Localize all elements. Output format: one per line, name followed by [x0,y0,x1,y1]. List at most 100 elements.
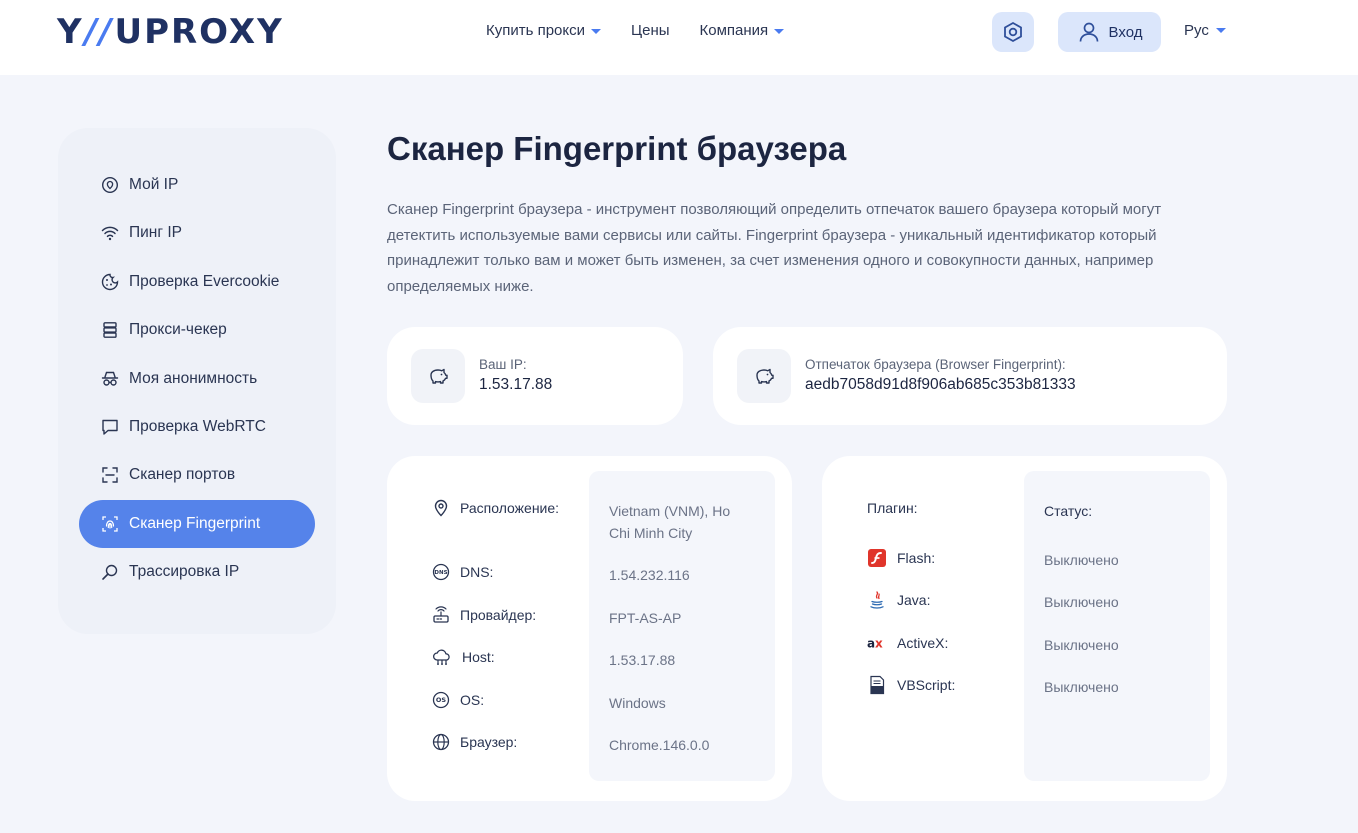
sidebar-item-port-scanner[interactable]: Сканер портов [79,451,315,499]
svg-text:OS: OS [436,696,447,704]
sidebar-item-label: Сканер портов [129,466,236,483]
info-label: OS: [460,692,485,708]
info-row-provider: Провайдер: [432,606,536,624]
page-title: Сканер Fingerprint браузера [387,130,847,167]
ip-card: Ваш IP: 1.53.17.88 [387,327,683,425]
plugin-row-vbscript: VBScript: [867,675,955,695]
chevron-down-icon [591,28,602,34]
language-label: Рус [1184,22,1209,39]
nav-prices-label: Цены [631,22,670,39]
intro-text: Сканер Fingerprint браузера - инструмент… [387,201,1162,295]
piggy-bank-icon [737,349,791,403]
cloud-icon [433,649,450,665]
top-header: Y//UPROXY Купить прокси Цены Компания Вх… [0,0,1358,75]
globe-icon [432,733,450,751]
plugin-status: Выключено [1044,552,1119,568]
cookie-icon [101,273,119,291]
tools-sidebar: Мой IP Пинг IP Проверка Evercookie Прокс… [58,128,336,634]
router-icon [433,606,449,623]
sidebar-item-anonymity[interactable]: Моя анонимность [79,355,315,403]
sidebar-item-my-ip[interactable]: Мой IP [79,161,315,209]
info-row-os: OS OS: [432,691,484,709]
plugins-card: Плагин: Статус: Flash: Выключено Java: В… [822,456,1227,801]
plugin-status: Выключено [1044,594,1119,610]
nav-prices[interactable]: Цены [631,20,670,42]
flash-icon [868,549,886,567]
dns-icon: DNS [432,563,450,581]
info-row-host: Host: [432,648,495,666]
sidebar-item-label: Проверка WebRTC [129,418,266,435]
os-icon: OS [432,691,450,709]
fingerprint-card: Отпечаток браузера (Browser Fingerprint)… [713,327,1227,425]
sidebar-item-label: Сканер Fingerprint [129,515,261,532]
sidebar-item-proxy-checker[interactable]: Прокси-чекер [79,306,315,354]
sidebar-item-label: Моя анонимность [129,370,258,387]
info-label: Расположение: [460,500,560,516]
plugin-label: VBScript: [897,677,956,693]
sidebar-item-ping-ip[interactable]: Пинг IP [79,209,315,257]
sidebar-item-label: Пинг IP [129,224,182,241]
info-value: Vietnam (VNM), Ho Chi Minh City [609,503,731,541]
logo-text-left: Y [57,12,84,52]
plugin-label: Flash: [897,550,936,566]
vbscript-icon [870,675,885,695]
svg-text:DNS: DNS [434,570,447,576]
location-icon [434,499,448,517]
plugin-status: Выключено [1044,679,1119,695]
scan-icon [102,467,118,483]
plugin-row-flash: Flash: [867,548,935,568]
ip-value: 1.53.17.88 [479,376,553,393]
fingerprint-value: aedb7058d91d8f906ab685c353b81333 [805,376,1076,393]
sidebar-item-label: Мой IP [129,176,179,193]
sidebar-item-evercookie[interactable]: Проверка Evercookie [79,258,315,306]
language-select[interactable]: Рус [1184,22,1226,39]
user-icon [1079,22,1098,42]
map-pin-icon [101,176,119,194]
fingerprint-label: Отпечаток браузера (Browser Fingerprint)… [805,357,1066,372]
info-row-browser: Браузер: [432,733,517,751]
plugin-row-activex: ax ActiveX: [867,633,948,653]
trace-icon [102,564,118,580]
login-button[interactable]: Вход [1058,12,1161,52]
settings-button[interactable] [992,12,1034,52]
fingerprint-icon [102,516,118,532]
logo-text-right: UPROXY [114,12,284,52]
piggy-bank-icon [411,349,465,403]
sidebar-item-webrtc[interactable]: Проверка WebRTC [79,403,315,451]
info-row-location: Расположение: [432,499,559,517]
info-value: Chrome.146.0.0 [609,737,710,753]
server-icon [103,322,117,338]
nav-buy-proxy[interactable]: Купить прокси [486,20,602,42]
sidebar-item-trace-ip[interactable]: Трассировка IP [79,548,315,596]
nav-company[interactable]: Компания [700,20,785,42]
youproxy-logo[interactable]: Y//UPROXY [57,12,284,52]
wifi-icon [101,226,119,241]
svg-text:a: a [867,637,875,651]
plugin-status: Выключено [1044,637,1119,653]
info-value: 1.53.17.88 [609,652,676,668]
status-column-header: Статус: [1044,503,1093,519]
chevron-down-icon [774,28,785,34]
info-label: Браузер: [460,734,518,750]
plugin-label: ActiveX: [897,635,949,651]
sidebar-item-label: Прокси-чекер [129,321,227,338]
main-nav: Купить прокси Цены Компания [486,20,785,42]
info-label: Host: [462,649,495,665]
info-label: DNS: [460,564,494,580]
login-label: Вход [1108,23,1143,41]
incognito-icon [101,371,119,386]
info-value: 1.54.232.116 [609,567,690,583]
sidebar-item-label: Проверка Evercookie [129,273,280,290]
info-row-dns: DNS DNS: [432,563,493,581]
sidebar-item-fingerprint-scanner[interactable]: Сканер Fingerprint [79,500,315,548]
plugin-label: Java: [897,592,931,608]
java-icon [870,591,884,609]
nav-company-label: Компания [699,22,769,39]
hexagon-settings-icon [1004,21,1022,43]
info-value: FPT-AS-AP [609,610,682,626]
ip-label: Ваш IP: [479,357,527,372]
connection-info-card: Расположение: Vietnam (VNM), Ho Chi Minh… [387,456,792,801]
logo-mark: // [84,12,114,52]
plugin-column-header: Плагин: [867,500,918,516]
plugin-row-java: Java: [867,590,930,610]
